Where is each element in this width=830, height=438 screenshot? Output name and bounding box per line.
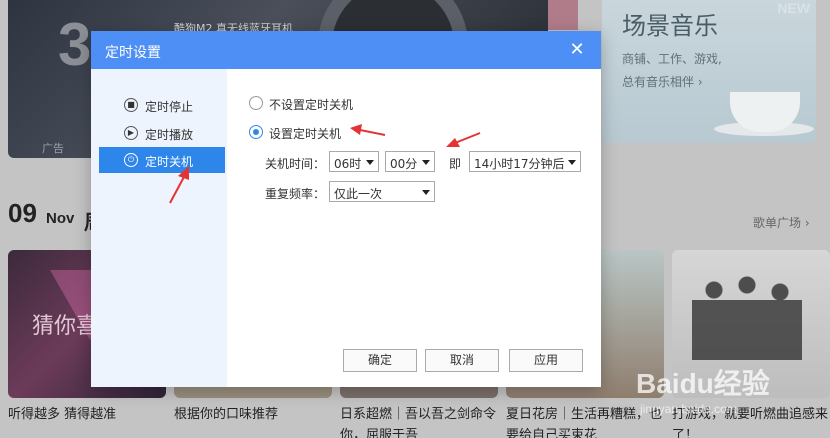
arrow-annotation-icon	[350, 124, 386, 136]
arrow-annotation-icon	[169, 166, 189, 204]
arrow-annotation-icon	[446, 132, 481, 147]
annotation-arrows	[169, 124, 481, 204]
